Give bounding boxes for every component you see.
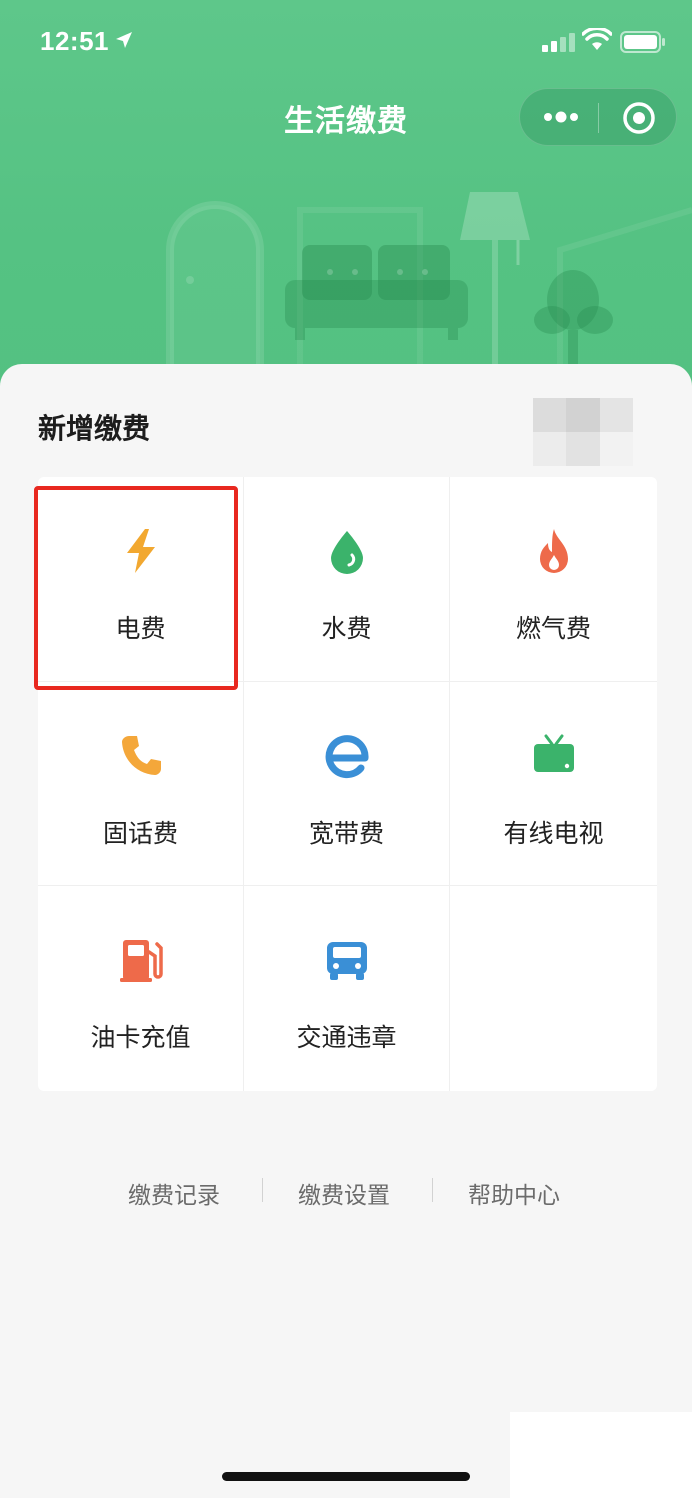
corner-patch <box>510 1412 692 1498</box>
payment-settings-link[interactable]: 缴费设置 <box>298 1176 390 1210</box>
status-time: 12:51 <box>40 26 109 56</box>
link-divider <box>262 1178 263 1202</box>
cellular-signal-icon <box>542 33 575 52</box>
service-gas[interactable]: 燃气费 <box>450 477 657 682</box>
home-indicator[interactable] <box>222 1472 470 1481</box>
service-water[interactable]: 水费 <box>244 477 450 682</box>
header-banner: 12:51 生活缴费 <box>0 0 692 400</box>
service-label: 宽带费 <box>308 819 384 848</box>
status-bar: 12:51 <box>0 0 692 86</box>
mini-program-capsule <box>519 88 677 146</box>
payment-history-link[interactable]: 缴费记录 <box>128 1176 220 1210</box>
more-options-icon[interactable] <box>542 107 580 127</box>
lightning-icon <box>126 529 155 573</box>
flame-icon <box>539 529 568 573</box>
service-electricity[interactable]: 电费 <box>38 477 244 682</box>
service-label: 油卡充值 <box>90 1023 191 1052</box>
service-broadband[interactable]: 宽带费 <box>244 682 450 886</box>
wifi-icon <box>582 28 612 50</box>
battery-icon <box>620 31 665 53</box>
service-label: 电费 <box>115 614 166 643</box>
capsule-divider <box>598 103 599 133</box>
service-grid: 电费 水费 燃气费 固话费 宽带费 有线电视 油卡充值 交通违章 <box>38 477 657 1091</box>
location-arrow-icon <box>116 32 132 48</box>
empty-cell <box>450 886 657 1091</box>
service-label: 固话费 <box>102 819 178 848</box>
close-mini-program-icon[interactable] <box>622 101 656 135</box>
service-label: 燃气费 <box>515 614 591 643</box>
fuel-pump-icon <box>119 940 163 982</box>
service-label: 水费 <box>321 614 372 643</box>
user-avatar[interactable] <box>533 398 633 466</box>
broadband-e-icon <box>325 735 369 779</box>
water-drop-icon <box>330 531 363 574</box>
service-label: 有线电视 <box>503 819 604 848</box>
service-landline[interactable]: 固话费 <box>38 682 244 886</box>
link-divider <box>432 1178 433 1202</box>
service-cable-tv[interactable]: 有线电视 <box>450 682 657 886</box>
help-center-link[interactable]: 帮助中心 <box>468 1176 560 1210</box>
phone-icon <box>121 736 161 775</box>
footer-links: 缴费记录 缴费设置 帮助中心 <box>0 1172 692 1212</box>
service-fuel-card[interactable]: 油卡充值 <box>38 886 244 1091</box>
service-traffic-violation[interactable]: 交通违章 <box>244 886 450 1091</box>
car-icon <box>326 942 367 980</box>
living-room-illustration <box>166 192 692 370</box>
tv-icon <box>533 734 574 772</box>
service-label: 交通违章 <box>296 1023 397 1052</box>
section-title: 新增缴费 <box>38 412 151 445</box>
